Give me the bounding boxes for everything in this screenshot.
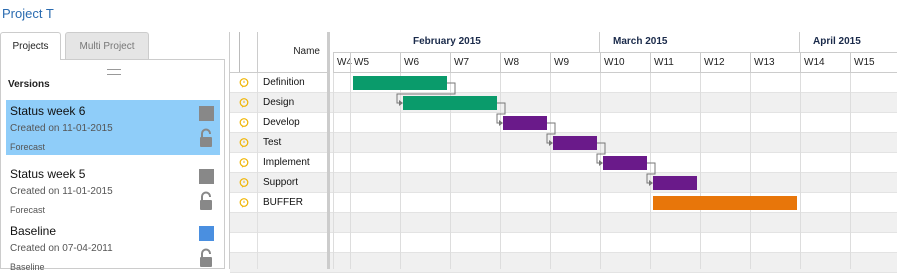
dependency-line	[496, 102, 506, 124]
version-name: Status week 5	[10, 167, 86, 181]
task-name-column: Name Definition Design Develop Test Implemen…	[230, 32, 330, 269]
version-created: Created on 07-04-2011	[10, 243, 113, 254]
resize-grip-icon[interactable]	[107, 69, 121, 75]
left-panel: Projects Multi Project Versions Status w…	[0, 32, 228, 272]
version-item[interactable]: Status week 5 Created on 11-01-2015 Foreca…	[6, 163, 220, 218]
dependency-connectors	[396, 82, 656, 186]
dependency-arrow-icon	[549, 140, 553, 146]
version-type: Baseline	[10, 262, 45, 272]
task-name[interactable]: Implement	[263, 153, 310, 173]
versions-panel: Versions Status week 6 Created on 11-01-2…	[0, 59, 225, 272]
comment-icon[interactable]	[239, 78, 249, 88]
lock-open-icon[interactable]	[198, 191, 214, 211]
name-column-header: Name	[230, 32, 330, 73]
dependency-line	[546, 122, 556, 144]
comment-icon[interactable]	[239, 138, 249, 148]
comment-icon[interactable]	[239, 98, 249, 108]
dependency-line	[396, 82, 456, 104]
version-name: Baseline	[10, 224, 57, 238]
gantt-timeline: February 2015 March 2015 April 2015 W4 W5 W6 W…	[333, 32, 897, 269]
version-type: Forecast	[10, 142, 46, 152]
versions-header: Versions	[8, 79, 50, 90]
version-created: Created on 11-01-2015	[10, 186, 113, 197]
comment-icon[interactable]	[239, 158, 249, 168]
version-color-swatch[interactable]	[199, 226, 214, 241]
task-name[interactable]: BUFFER	[263, 193, 303, 213]
version-created: Created on 11-01-2015	[10, 123, 113, 134]
version-color-swatch[interactable]	[199, 106, 214, 121]
version-item[interactable]: Baseline Created on 07-04-2011 Baseline	[6, 220, 220, 275]
lock-open-icon[interactable]	[198, 248, 214, 268]
version-item[interactable]: Status week 6 Created on 11-01-2015 Foreca…	[6, 100, 220, 155]
project-title: Project T	[2, 6, 54, 21]
name-header-label[interactable]: Name	[258, 32, 320, 72]
gantt-grid: Name Definition Design Develop Test Implemen…	[229, 32, 897, 273]
comment-icon[interactable]	[239, 118, 249, 128]
task-name[interactable]: Definition	[263, 73, 305, 93]
tab-multi-project[interactable]: Multi Project	[65, 32, 149, 59]
version-type: Forecast	[10, 205, 46, 215]
dependency-arrow-icon	[399, 100, 403, 106]
task-name[interactable]: Support	[263, 173, 298, 193]
version-name: Status week 6	[10, 104, 86, 118]
tab-projects[interactable]: Projects	[0, 32, 61, 60]
dependency-arrow-icon	[599, 160, 603, 166]
dependency-arrow-icon	[499, 120, 503, 126]
task-name[interactable]: Develop	[263, 113, 300, 133]
dependency-line	[646, 162, 656, 184]
dependency-arrow-icon	[649, 180, 653, 186]
comment-icon[interactable]	[239, 198, 249, 208]
task-name[interactable]: Test	[263, 133, 281, 153]
dependency-line	[596, 142, 606, 164]
comment-icon[interactable]	[239, 178, 249, 188]
task-name[interactable]: Design	[263, 93, 294, 113]
version-color-swatch[interactable]	[199, 169, 214, 184]
lock-open-icon[interactable]	[198, 128, 214, 148]
icon-column-header[interactable]	[230, 32, 258, 72]
